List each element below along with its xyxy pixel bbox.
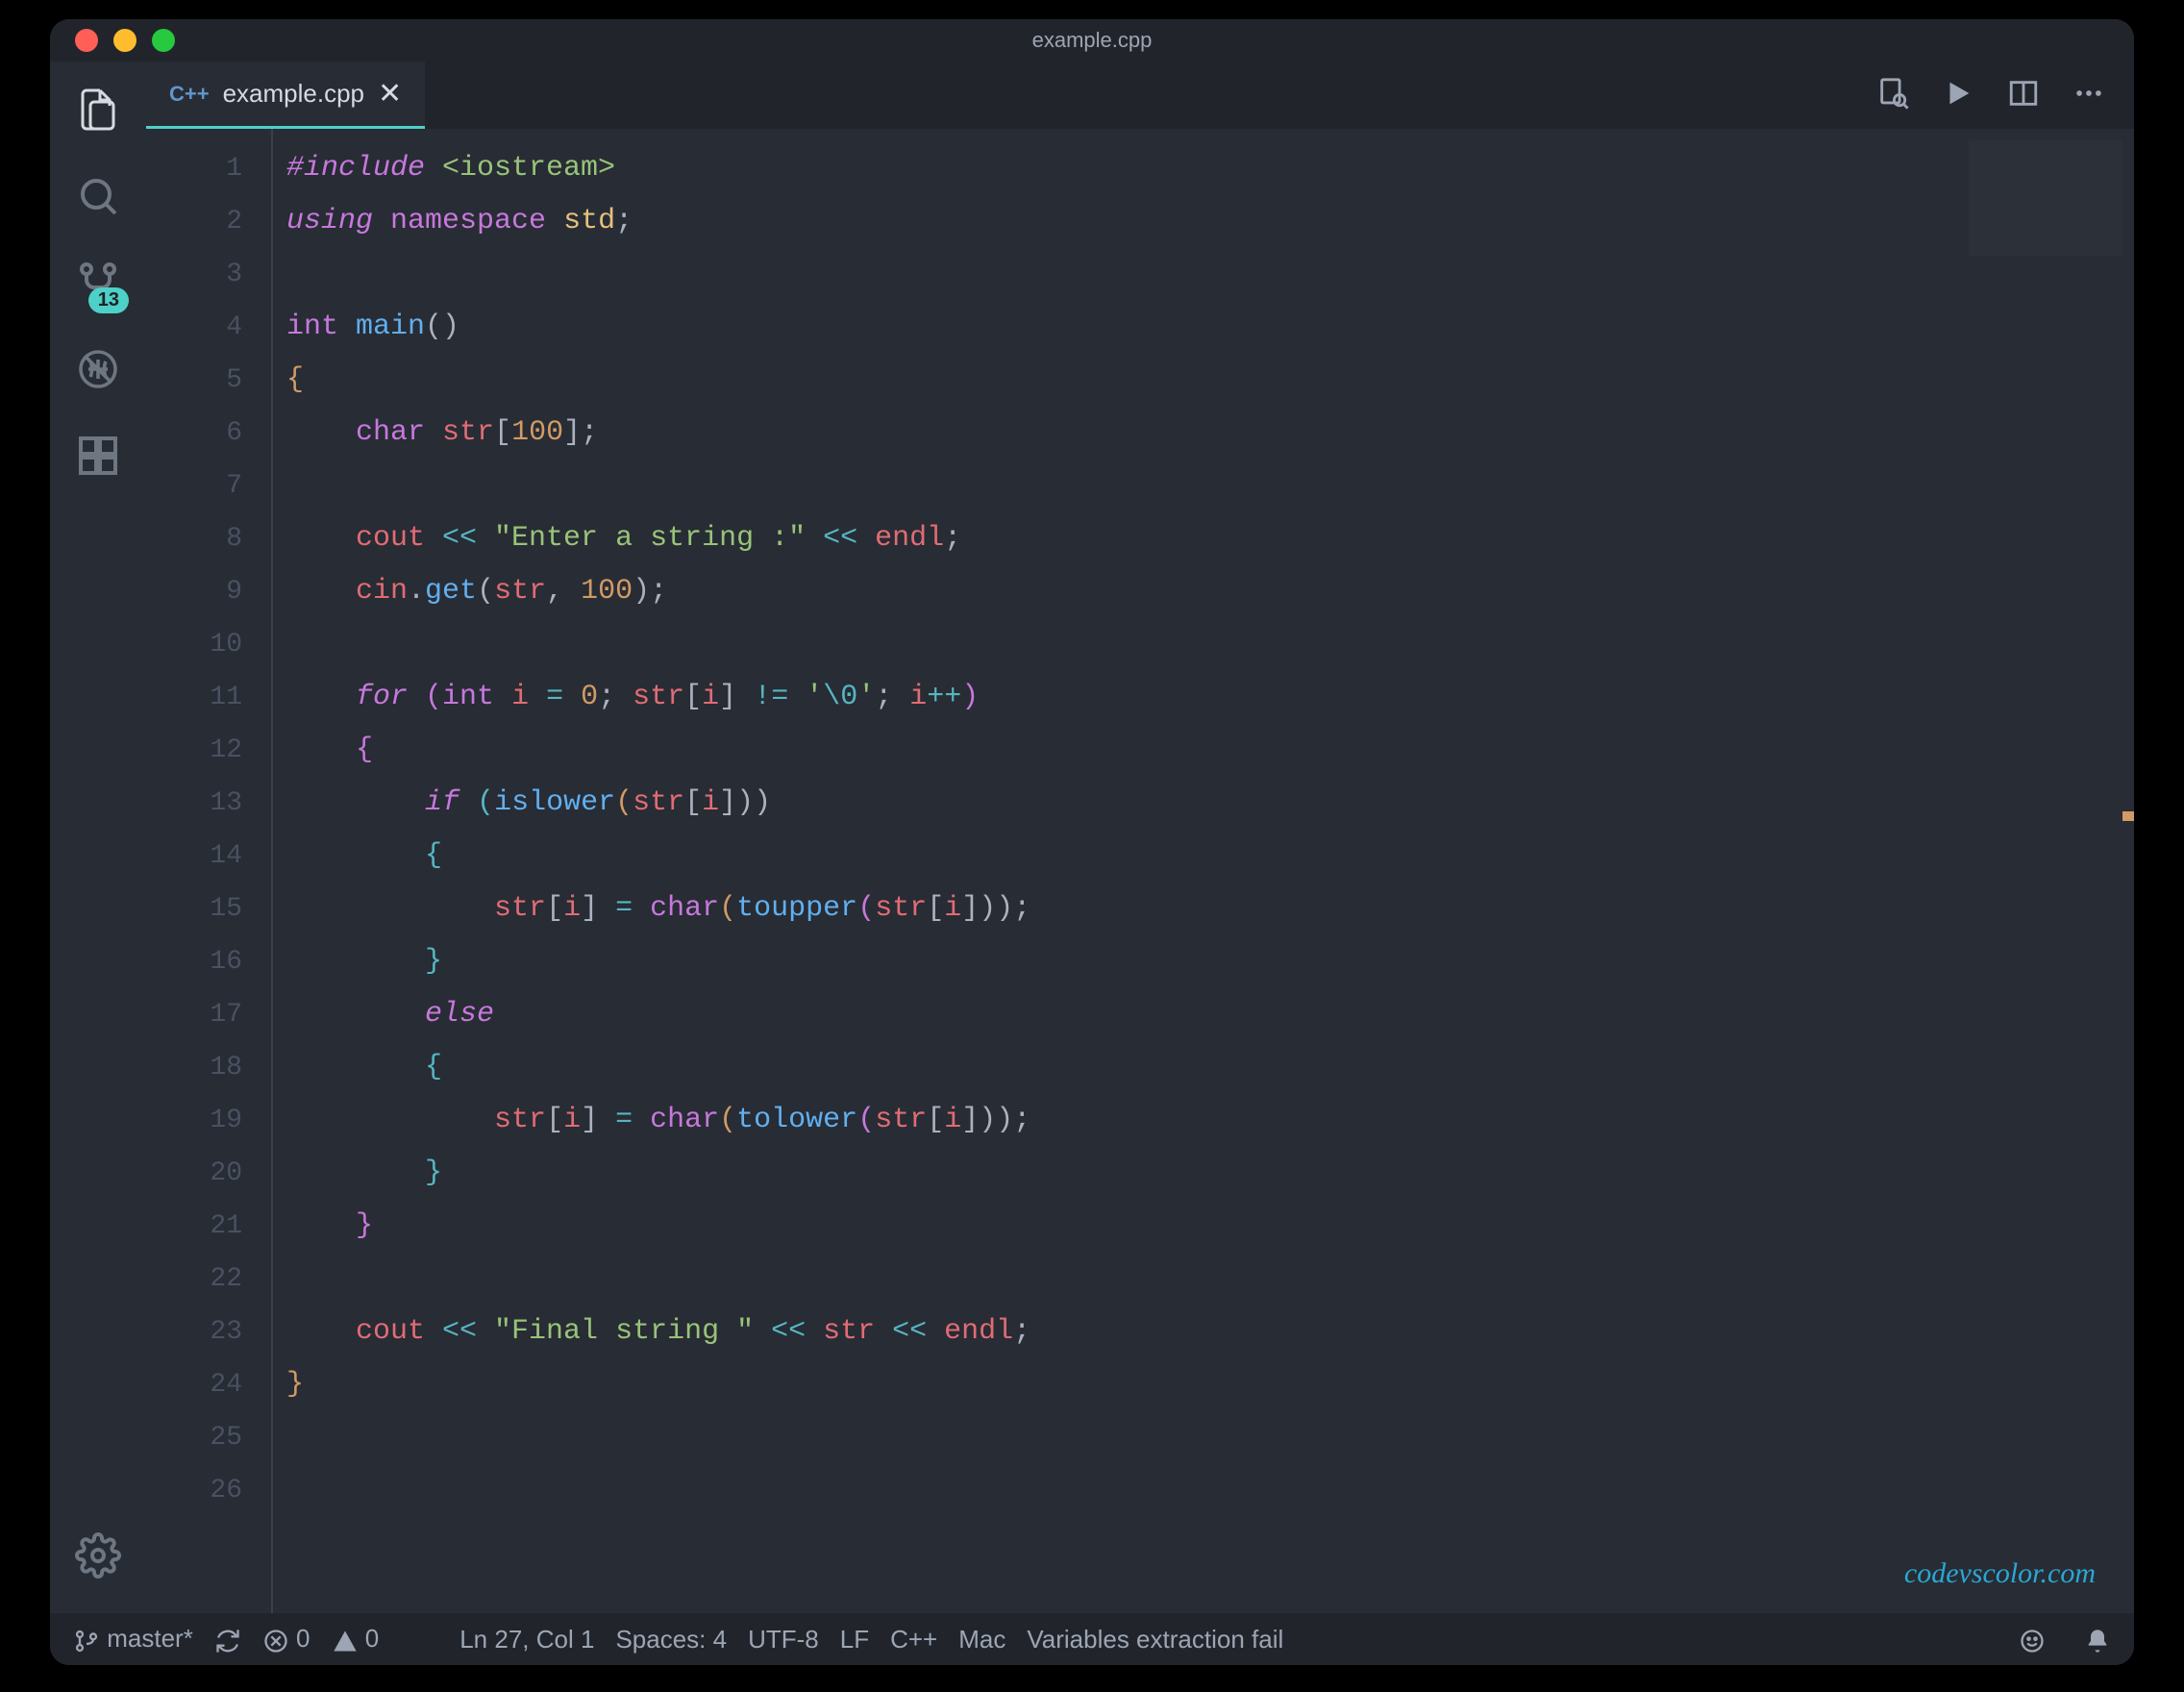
line-number: 6: [146, 407, 242, 460]
source-control-icon[interactable]: 13: [69, 254, 127, 311]
sync-icon[interactable]: [214, 1624, 241, 1654]
tab-example-cpp[interactable]: C++ example.cpp ✕: [146, 62, 425, 129]
warnings-status[interactable]: 0: [332, 1624, 380, 1654]
encoding-status[interactable]: UTF-8: [748, 1625, 819, 1655]
line-number: 18: [146, 1041, 242, 1094]
line-number: 11: [146, 671, 242, 724]
cpp-file-icon: C++: [169, 82, 210, 107]
title-bar: example.cpp: [50, 19, 2134, 62]
line-number: 19: [146, 1094, 242, 1147]
cursor-position-status[interactable]: Ln 27, Col 1: [459, 1625, 594, 1655]
feedback-smiley-icon[interactable]: [2019, 1624, 2046, 1654]
notifications-bell-icon[interactable]: [2084, 1624, 2111, 1654]
status-bar: master* 0 0 Ln 27, Col 1 Spaces: 4 UTF-8…: [50, 1613, 2134, 1665]
indentation-status[interactable]: Spaces: 4: [615, 1625, 727, 1655]
language-mode-status[interactable]: C++: [890, 1625, 937, 1655]
line-number: 22: [146, 1253, 242, 1306]
code-content[interactable]: #include <iostream> using namespace std;…: [271, 129, 2134, 1613]
line-number: 10: [146, 618, 242, 671]
line-number: 9: [146, 565, 242, 618]
watermark-text: codevscolor.com: [1904, 1547, 2096, 1600]
vscode-window: example.cpp 13: [50, 19, 2134, 1665]
editor[interactable]: 1234567891011121314151617181920212223242…: [146, 129, 2134, 1613]
line-number: 8: [146, 512, 242, 565]
split-editor-icon[interactable]: [2007, 77, 2040, 114]
line-number: 5: [146, 354, 242, 407]
line-number: 21: [146, 1200, 242, 1253]
tab-bar: C++ example.cpp ✕: [146, 62, 2134, 129]
line-number: 26: [146, 1464, 242, 1517]
line-number: 15: [146, 883, 242, 935]
git-branch-status[interactable]: master*: [73, 1624, 193, 1654]
line-number: 14: [146, 830, 242, 883]
more-actions-icon[interactable]: [2072, 77, 2105, 114]
line-number: 23: [146, 1306, 242, 1358]
explorer-icon[interactable]: [69, 81, 127, 138]
settings-gear-icon[interactable]: [69, 1527, 127, 1584]
minimize-window-button[interactable]: [113, 29, 136, 52]
extension-status[interactable]: Variables extraction fail: [1027, 1625, 1283, 1655]
scm-badge: 13: [88, 287, 129, 313]
close-tab-icon[interactable]: ✕: [378, 77, 402, 111]
close-window-button[interactable]: [75, 29, 98, 52]
line-number: 7: [146, 460, 242, 512]
line-number: 25: [146, 1411, 242, 1464]
line-number: 20: [146, 1147, 242, 1200]
line-number: 16: [146, 935, 242, 988]
line-number: 1: [146, 142, 242, 195]
line-number: 2: [146, 195, 242, 248]
line-number: 3: [146, 248, 242, 301]
line-number-gutter: 1234567891011121314151617181920212223242…: [146, 129, 271, 1613]
os-status[interactable]: Mac: [958, 1625, 1005, 1655]
line-number: 4: [146, 301, 242, 354]
maximize-window-button[interactable]: [152, 29, 175, 52]
extensions-icon[interactable]: [69, 427, 127, 485]
errors-status[interactable]: 0: [262, 1624, 310, 1654]
tab-filename: example.cpp: [223, 79, 364, 109]
window-controls: [75, 29, 175, 52]
editor-actions: [1876, 62, 2134, 129]
activity-bar: 13: [50, 62, 146, 1613]
run-icon[interactable]: [1942, 77, 1974, 114]
line-number: 17: [146, 988, 242, 1041]
find-in-file-icon[interactable]: [1876, 77, 1909, 114]
line-number: 24: [146, 1358, 242, 1411]
line-number: 12: [146, 724, 242, 777]
debug-icon[interactable]: [69, 340, 127, 398]
minimap[interactable]: [1969, 140, 2122, 256]
window-title: example.cpp: [1032, 28, 1153, 53]
line-number: 13: [146, 777, 242, 830]
eol-status[interactable]: LF: [840, 1625, 869, 1655]
search-icon[interactable]: [69, 167, 127, 225]
overview-ruler-marker: [2122, 811, 2134, 821]
